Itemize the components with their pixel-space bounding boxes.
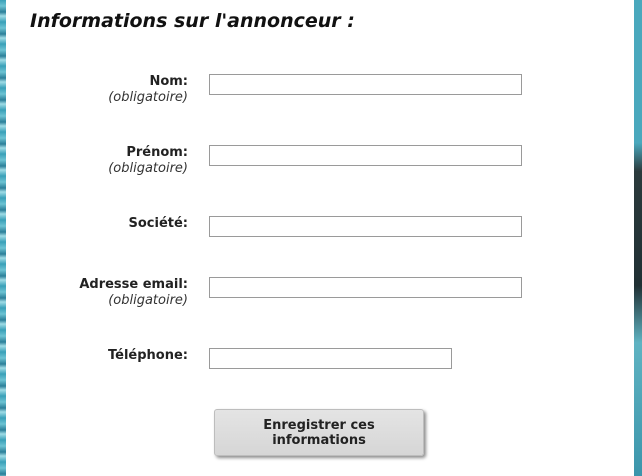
societe-input[interactable] — [209, 216, 522, 237]
email-input[interactable] — [209, 277, 522, 298]
nom-input[interactable] — [209, 74, 522, 95]
advertiser-form-panel: Informations sur l'annonceur : Nom: (obl… — [6, 0, 634, 476]
telephone-input[interactable] — [209, 348, 452, 369]
label-block-prenom: Prénom: (obligatoire) — [108, 145, 188, 177]
form-title: Informations sur l'annonceur : — [30, 10, 355, 32]
label-prenom: Prénom: — [126, 145, 188, 160]
label-telephone: Téléphone: — [108, 348, 188, 363]
required-note-nom: (obligatoire) — [108, 90, 188, 105]
required-note-email: (obligatoire) — [108, 293, 188, 308]
save-button[interactable]: Enregistrer ces informations — [214, 409, 424, 456]
label-nom: Nom: — [149, 74, 188, 89]
required-note-prenom: (obligatoire) — [108, 161, 188, 176]
label-block-nom: Nom: (obligatoire) — [108, 74, 188, 106]
background-right-strip — [634, 0, 642, 476]
label-block-societe: Société: — [128, 216, 188, 232]
label-email: Adresse email: — [79, 277, 188, 292]
label-societe: Société: — [128, 216, 188, 231]
prenom-input[interactable] — [209, 145, 522, 166]
label-block-email: Adresse email: (obligatoire) — [79, 277, 188, 309]
label-block-telephone: Téléphone: — [108, 348, 188, 364]
